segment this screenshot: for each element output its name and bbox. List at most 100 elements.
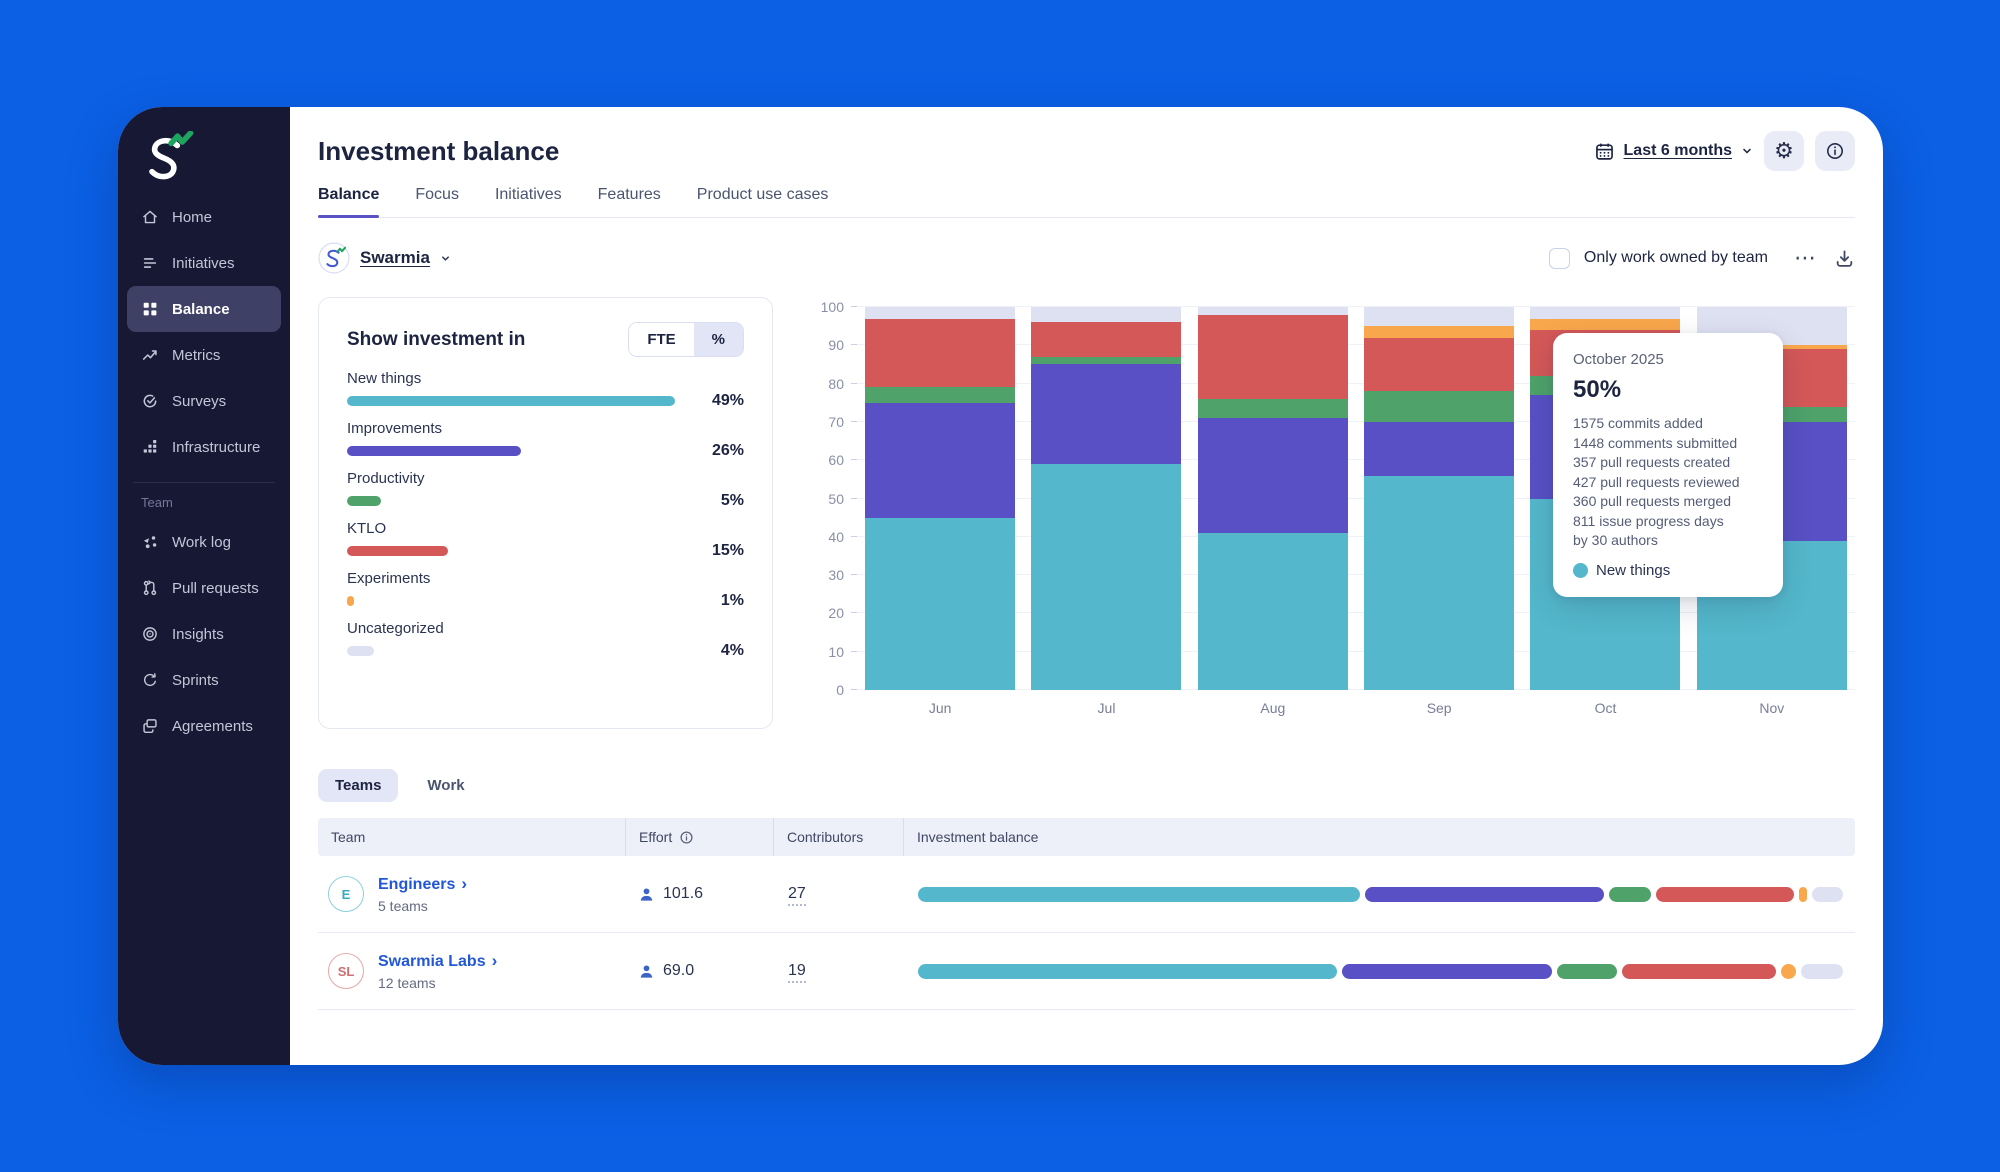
chart-segment-uncategorized[interactable] bbox=[1031, 307, 1181, 322]
chart-segment-experiments[interactable] bbox=[1530, 319, 1680, 330]
chart-segment-improvements[interactable] bbox=[1198, 418, 1348, 533]
chart-segment-improvements[interactable] bbox=[1364, 422, 1514, 476]
effort-cell: 101.6 bbox=[625, 885, 773, 903]
sidebar-item-work-log[interactable]: Work log bbox=[127, 519, 281, 565]
balance-segment[interactable] bbox=[1557, 964, 1618, 979]
contributors-value[interactable]: 27 bbox=[788, 885, 806, 906]
investment-bar-line: 1% bbox=[347, 595, 744, 607]
sprints-icon bbox=[141, 671, 159, 689]
sidebar-item-metrics[interactable]: Metrics bbox=[127, 332, 281, 378]
sidebar-item-pull-requests[interactable]: Pull requests bbox=[127, 565, 281, 611]
chart-segment-productivity[interactable] bbox=[1031, 357, 1181, 365]
sidebar-item-home[interactable]: Home bbox=[127, 194, 281, 240]
investment-value: 4% bbox=[721, 642, 744, 660]
balance-segment[interactable] bbox=[1365, 887, 1604, 902]
chart-segment-ktlo[interactable] bbox=[865, 319, 1015, 388]
sidebar-item-label: Work log bbox=[172, 534, 231, 551]
balance-segment[interactable] bbox=[1801, 964, 1843, 979]
chart-segment-new-things[interactable] bbox=[1364, 476, 1514, 690]
team-selector[interactable]: Swarmia bbox=[318, 242, 451, 274]
sidebar: HomeInitiativesBalanceMetricsSurveysInfr… bbox=[118, 107, 290, 1065]
balance-segment[interactable] bbox=[918, 887, 1360, 902]
team-link[interactable]: Swarmia Labs bbox=[378, 953, 486, 970]
investment-panel: Show investment in FTE% New things49%Imp… bbox=[318, 297, 773, 729]
download-button[interactable] bbox=[1834, 248, 1855, 269]
tab-focus[interactable]: Focus bbox=[415, 186, 459, 217]
effort-value: 101.6 bbox=[663, 885, 703, 903]
column-header-effort[interactable]: Effort bbox=[625, 818, 773, 856]
chart-segment-ktlo[interactable] bbox=[1364, 338, 1514, 392]
tab-product-use-cases[interactable]: Product use cases bbox=[697, 186, 829, 217]
y-axis-label: 90 bbox=[828, 337, 844, 353]
chart-segment-new-things[interactable] bbox=[1198, 533, 1348, 690]
chart-bar-jun[interactable] bbox=[865, 307, 1015, 690]
sidebar-item-initiatives[interactable]: Initiatives bbox=[127, 240, 281, 286]
contributors-cell: 19 bbox=[773, 962, 903, 980]
contributors-cell: 27 bbox=[773, 885, 903, 903]
tooltip-stat: 360 pull requests merged bbox=[1573, 492, 1763, 512]
main-content: Investment balance Last 6 months ⚙ bbox=[290, 107, 1883, 1065]
column-header-contributors[interactable]: Contributors bbox=[773, 818, 903, 856]
chevron-down-icon bbox=[1741, 145, 1753, 157]
chart-bar-jul[interactable] bbox=[1031, 307, 1181, 690]
investment-bar-line: 15% bbox=[347, 545, 744, 557]
investment-panel-title: Show investment in bbox=[347, 329, 525, 351]
team-cell: EEngineers›5 teams bbox=[318, 874, 625, 914]
chart-segment-improvements[interactable] bbox=[1031, 364, 1181, 464]
chart-segment-uncategorized[interactable] bbox=[1364, 307, 1514, 326]
tab-balance[interactable]: Balance bbox=[318, 186, 379, 217]
page-header: Investment balance Last 6 months ⚙ bbox=[318, 107, 1855, 171]
chart-segment-experiments[interactable] bbox=[1364, 326, 1514, 337]
sidebar-item-balance[interactable]: Balance bbox=[127, 286, 281, 332]
contributors-value[interactable]: 19 bbox=[788, 962, 806, 983]
investment-row-productivity: Productivity5% bbox=[347, 470, 744, 507]
view-toggle-teams[interactable]: Teams bbox=[318, 769, 398, 802]
chart-bar-aug[interactable] bbox=[1198, 307, 1348, 690]
chart-tooltip: October 2025 50% 1575 commits added1448 … bbox=[1553, 333, 1783, 597]
column-header-team[interactable]: Team bbox=[318, 818, 625, 856]
chart-segment-improvements[interactable] bbox=[865, 403, 1015, 518]
sidebar-item-insights[interactable]: Insights bbox=[127, 611, 281, 657]
only-team-work-label: Only work owned by team bbox=[1584, 249, 1768, 267]
chart-segment-uncategorized[interactable] bbox=[865, 307, 1015, 318]
balance-segment[interactable] bbox=[1812, 887, 1843, 902]
unit-toggle-fte[interactable]: FTE bbox=[629, 323, 693, 356]
chart-segment-uncategorized[interactable] bbox=[1198, 307, 1348, 315]
team-name-line: Engineers› bbox=[378, 874, 467, 894]
chart-segment-new-things[interactable] bbox=[1031, 464, 1181, 690]
y-axis-label: 100 bbox=[821, 299, 844, 315]
unit-toggle-[interactable]: % bbox=[694, 323, 743, 356]
chart-segment-productivity[interactable] bbox=[1364, 391, 1514, 422]
column-header-investment-balance[interactable]: Investment balance bbox=[903, 818, 1855, 856]
balance-segment[interactable] bbox=[1781, 964, 1796, 979]
chart-segment-ktlo[interactable] bbox=[1198, 315, 1348, 399]
sidebar-item-agreements[interactable]: Agreements bbox=[127, 703, 281, 749]
tab-features[interactable]: Features bbox=[598, 186, 661, 217]
chart-segment-productivity[interactable] bbox=[1198, 399, 1348, 418]
chart-segment-uncategorized[interactable] bbox=[1530, 307, 1680, 318]
balance-segment[interactable] bbox=[1656, 887, 1794, 902]
chart-segment-new-things[interactable] bbox=[865, 518, 1015, 690]
sidebar-item-sprints[interactable]: Sprints bbox=[127, 657, 281, 703]
team-name-block: Engineers›5 teams bbox=[378, 874, 467, 914]
team-selector-label: Swarmia bbox=[360, 248, 430, 268]
date-range-selector[interactable]: Last 6 months bbox=[1594, 141, 1753, 162]
chart-segment-productivity[interactable] bbox=[865, 387, 1015, 402]
balance-segment[interactable] bbox=[1799, 887, 1807, 902]
sidebar-item-infrastructure[interactable]: Infrastructure bbox=[127, 424, 281, 470]
y-axis-label: 40 bbox=[828, 529, 844, 545]
info-button[interactable] bbox=[1815, 131, 1855, 171]
balance-segment[interactable] bbox=[1342, 964, 1552, 979]
tab-initiatives[interactable]: Initiatives bbox=[495, 186, 562, 217]
team-link[interactable]: Engineers bbox=[378, 876, 455, 893]
balance-segment[interactable] bbox=[1609, 887, 1650, 902]
balance-segment[interactable] bbox=[1622, 964, 1776, 979]
chart-bar-sep[interactable] bbox=[1364, 307, 1514, 690]
settings-button[interactable]: ⚙ bbox=[1764, 131, 1804, 171]
only-team-work-checkbox[interactable] bbox=[1549, 248, 1570, 269]
view-toggle-work[interactable]: Work bbox=[410, 769, 481, 802]
sidebar-item-surveys[interactable]: Surveys bbox=[127, 378, 281, 424]
chart-bar-slot bbox=[1356, 307, 1522, 690]
balance-segment[interactable] bbox=[918, 964, 1337, 979]
chart-segment-ktlo[interactable] bbox=[1031, 322, 1181, 356]
